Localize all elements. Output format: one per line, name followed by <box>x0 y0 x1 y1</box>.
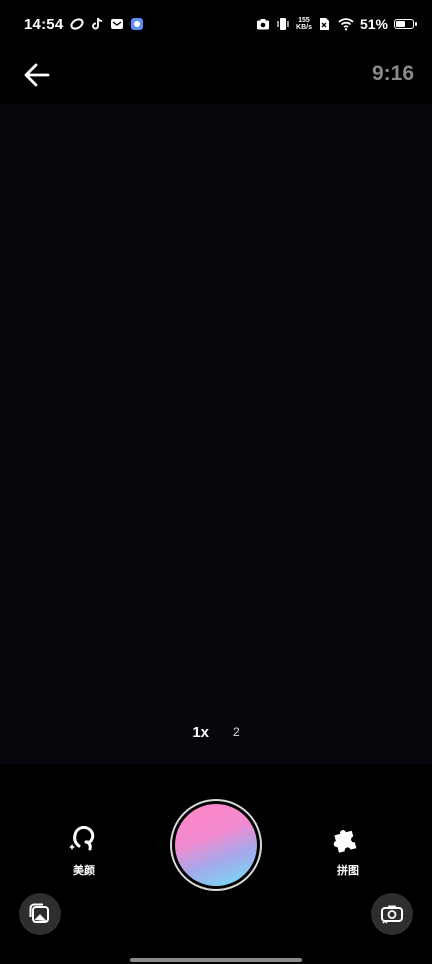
beauty-face-icon <box>69 825 95 851</box>
camera-indicator-icon <box>256 17 270 31</box>
network-speed: 155 KB/s <box>296 17 312 31</box>
flip-camera-button[interactable] <box>371 893 413 935</box>
vibrate-icon <box>276 17 290 31</box>
aspect-ratio-button[interactable]: 9:16 <box>372 62 414 86</box>
status-bar: 14:54 155 KB/s 51% <box>0 0 432 52</box>
camera-viewfinder[interactable] <box>0 104 432 764</box>
swirl-app-icon <box>70 17 84 31</box>
sim-off-icon <box>318 17 332 31</box>
mail-icon <box>110 17 124 31</box>
zoom-selector: 1x 2 <box>0 718 432 746</box>
arrow-left-icon <box>24 63 50 87</box>
app-badge-icon <box>130 17 144 31</box>
shutter-button[interactable] <box>170 799 262 891</box>
zoom-option-2x[interactable]: 2 <box>233 725 240 739</box>
network-speed-value: 155 <box>298 17 310 24</box>
network-speed-unit: KB/s <box>296 24 312 31</box>
puzzle-icon <box>333 830 357 853</box>
battery-level <box>396 21 406 27</box>
home-indicator[interactable] <box>130 958 302 962</box>
status-time: 14:54 <box>24 16 64 33</box>
shutter-gradient <box>175 804 257 886</box>
camera-screen: 14:54 155 KB/s 51% 9:16 1x 2 美颜 拼图 <box>0 0 432 964</box>
system-indicators: 155 KB/s 51% <box>256 16 417 32</box>
gallery-icon <box>29 903 49 923</box>
zoom-option-1x[interactable]: 1x <box>192 724 209 741</box>
back-button[interactable] <box>20 58 54 92</box>
beauty-label: 美颜 <box>73 865 95 877</box>
battery-percent: 51% <box>359 16 388 32</box>
puzzle-label: 拼图 <box>337 865 359 877</box>
puzzle-button[interactable]: 拼图 <box>318 820 378 878</box>
wifi-icon <box>338 17 354 31</box>
notification-icons <box>70 17 144 31</box>
beauty-button[interactable]: 美颜 <box>54 820 114 878</box>
tiktok-icon <box>90 17 104 31</box>
flip-camera-icon <box>381 905 403 924</box>
gallery-button[interactable] <box>19 893 61 935</box>
battery-icon <box>394 19 417 29</box>
